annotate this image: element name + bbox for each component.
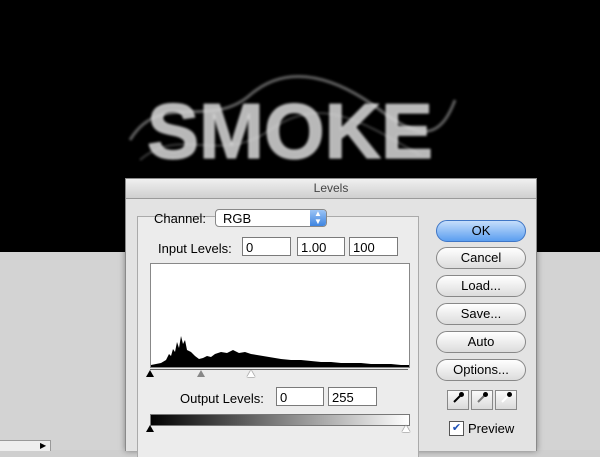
output-levels-label: Output Levels: <box>180 391 264 406</box>
input-gamma-field[interactable]: 1.00 <box>297 237 345 256</box>
input-black-slider[interactable] <box>146 370 154 377</box>
smoke-artwork: SMOKE <box>128 74 457 176</box>
load-button[interactable]: Load... <box>436 275 526 297</box>
ok-button[interactable]: OK <box>436 220 526 242</box>
levels-dialog: Levels Channel: RGB ▲ ▼ Input Levels: 0 1… <box>125 178 537 457</box>
smoke-text: SMOKE <box>147 87 433 175</box>
histogram <box>150 263 410 368</box>
auto-button[interactable]: Auto <box>436 331 526 353</box>
gray-eyedropper-icon[interactable] <box>471 390 493 410</box>
histogram-graph <box>151 336 409 367</box>
channel-select[interactable]: RGB ▲ ▼ <box>215 209 327 227</box>
status-bar: ▶ <box>0 440 51 451</box>
preview-label: Preview <box>468 421 515 436</box>
cancel-button[interactable]: Cancel <box>436 247 526 269</box>
black-eyedropper-icon[interactable] <box>447 390 469 410</box>
white-eyedropper-icon[interactable] <box>495 390 517 410</box>
preview-checkbox[interactable]: ✔ <box>449 421 464 436</box>
options-button[interactable]: Options... <box>436 359 526 381</box>
channel-value: RGB <box>223 211 252 226</box>
output-black-slider[interactable] <box>146 425 154 432</box>
input-slider-track <box>150 369 408 370</box>
updown-arrows-icon: ▲ ▼ <box>310 210 326 226</box>
output-gradient-bar <box>150 414 410 426</box>
input-levels-label: Input Levels: <box>158 241 232 256</box>
input-white-field[interactable]: 100 <box>349 237 398 256</box>
output-black-field[interactable]: 0 <box>276 387 324 406</box>
input-black-field[interactable]: 0 <box>242 237 291 256</box>
input-white-slider[interactable] <box>247 370 255 377</box>
channel-label: Channel: <box>154 211 207 226</box>
output-white-slider[interactable] <box>402 425 410 432</box>
dialog-title: Levels <box>126 179 536 199</box>
save-button[interactable]: Save... <box>436 303 526 325</box>
input-gamma-slider[interactable] <box>197 370 205 377</box>
output-white-field[interactable]: 255 <box>328 387 377 406</box>
